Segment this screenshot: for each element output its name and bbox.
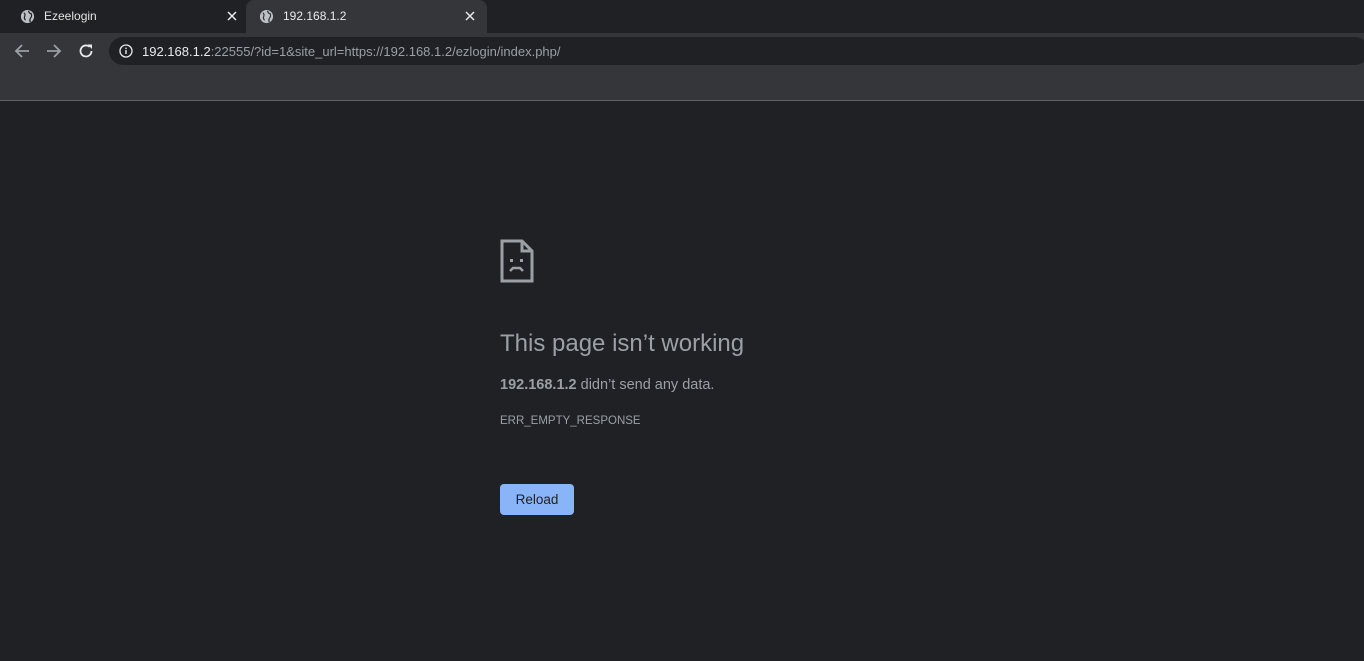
tab-ezeelogin[interactable]: Ezeelogin	[0, 0, 246, 33]
tab-strip: Ezeelogin 192.168.1.2	[0, 0, 1364, 33]
tab-192-168-1-2[interactable]: 192.168.1.2	[246, 0, 487, 33]
url-host: 192.168.1.2	[142, 44, 211, 59]
bookmarks-bar	[0, 69, 1364, 101]
globe-icon	[20, 9, 35, 24]
address-bar[interactable]: 192.168.1.2:22555/?id=1&site_url=https:/…	[109, 37, 1364, 65]
url-rest: :22555/?id=1&site_url=https://192.168.1.…	[210, 44, 561, 59]
close-icon[interactable]	[224, 8, 240, 24]
arrow-right-icon	[47, 44, 62, 58]
close-icon[interactable]	[462, 8, 478, 24]
error-host: 192.168.1.2	[500, 377, 577, 393]
globe-icon	[259, 9, 274, 24]
error-code: ERR_EMPTY_RESPONSE	[500, 415, 641, 427]
url-text: 192.168.1.2:22555/?id=1&site_url=https:/…	[142, 44, 561, 59]
error-page: This page isn’t working 192.168.1.2 didn…	[0, 102, 1364, 661]
reload-button[interactable]	[74, 39, 98, 63]
error-heading: This page isn’t working	[500, 330, 745, 357]
arrow-left-icon	[14, 44, 29, 58]
tab-title: 192.168.1.2	[283, 9, 347, 23]
refresh-icon	[79, 44, 93, 58]
toolbar: 192.168.1.2:22555/?id=1&site_url=https:/…	[0, 33, 1364, 69]
tab-title: Ezeelogin	[44, 9, 97, 23]
reload-page-button[interactable]: Reload	[500, 484, 574, 515]
sad-page-icon	[500, 239, 534, 283]
back-button[interactable]	[10, 39, 34, 63]
info-icon[interactable]	[119, 44, 133, 58]
error-message-rest: didn’t send any data.	[576, 377, 715, 393]
forward-button[interactable]	[42, 39, 66, 63]
error-message: 192.168.1.2 didn’t send any data.	[500, 377, 714, 393]
